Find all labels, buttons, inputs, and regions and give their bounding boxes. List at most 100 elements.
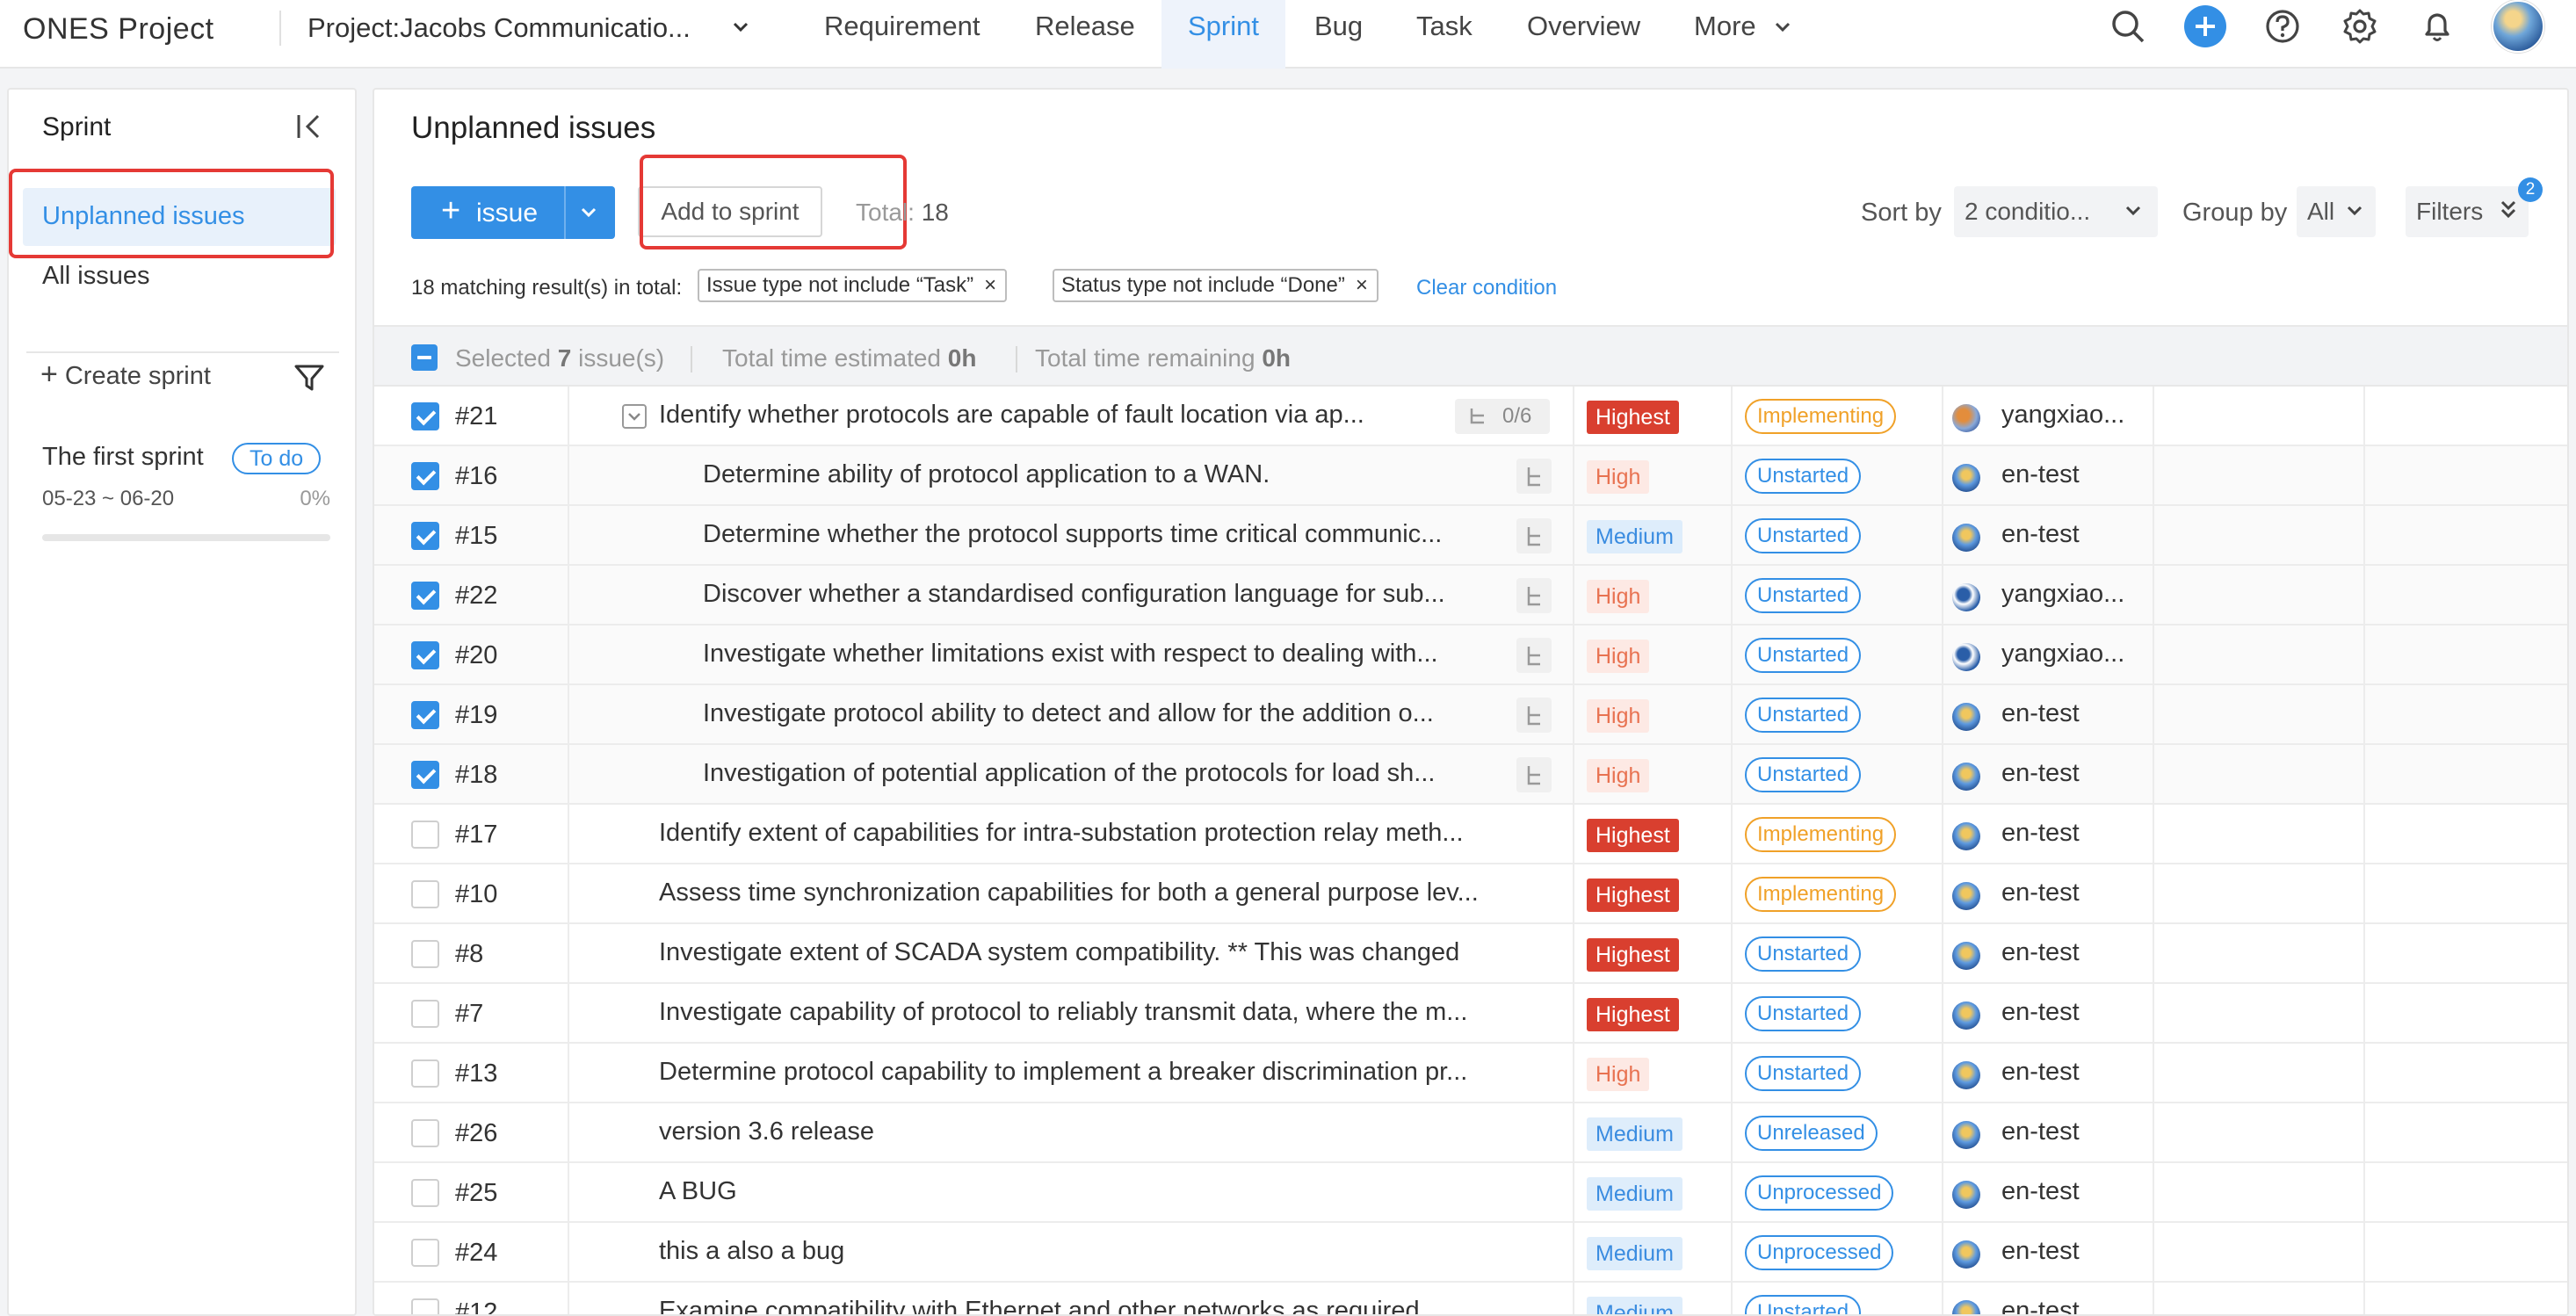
tab-bug[interactable]: Bug bbox=[1314, 0, 1363, 69]
row-checkbox[interactable] bbox=[411, 1000, 439, 1028]
issue-number[interactable]: #19 bbox=[455, 701, 497, 730]
issue-number[interactable]: #22 bbox=[455, 582, 497, 611]
priority-badge[interactable]: High bbox=[1587, 1058, 1650, 1091]
row-checkbox[interactable] bbox=[411, 1239, 439, 1267]
sidebar-item-all-issues[interactable]: All issues bbox=[42, 262, 150, 291]
user-avatar[interactable] bbox=[2492, 0, 2544, 53]
assignee-name[interactable]: en-test bbox=[2001, 1117, 2080, 1146]
table-row[interactable]: #20 Investigate whether limitations exist… bbox=[374, 625, 2567, 685]
new-issue-button[interactable]: + issue bbox=[411, 186, 615, 239]
issue-title[interactable]: Identify extent of capabilities for intr… bbox=[659, 819, 1520, 848]
issue-number[interactable]: #7 bbox=[455, 1000, 483, 1029]
row-checkbox[interactable] bbox=[411, 641, 439, 669]
table-row[interactable]: #24 this a also a bug Medium Unprocessed en-… bbox=[374, 1223, 2567, 1283]
tab-task[interactable]: Task bbox=[1416, 0, 1473, 69]
create-button[interactable] bbox=[2184, 5, 2226, 47]
issue-number[interactable]: #17 bbox=[455, 821, 497, 850]
tab-sprint[interactable]: Sprint bbox=[1161, 0, 1285, 69]
assignee-name[interactable]: en-test bbox=[2001, 1297, 2080, 1314]
assignee-name[interactable]: en-test bbox=[2001, 1177, 2080, 1206]
tab-overview[interactable]: Overview bbox=[1527, 0, 1640, 69]
issue-title[interactable]: Investigate capability of protocol to re… bbox=[659, 998, 1520, 1027]
group-select[interactable]: All bbox=[2297, 186, 2376, 237]
select-all-checkbox[interactable] bbox=[411, 344, 438, 371]
priority-badge[interactable]: Medium bbox=[1587, 1237, 1682, 1270]
priority-badge[interactable]: Highest bbox=[1587, 938, 1679, 972]
table-row[interactable]: #26 version 3.6 release Medium Unreleased en… bbox=[374, 1103, 2567, 1163]
row-checkbox[interactable] bbox=[411, 402, 439, 430]
issue-number[interactable]: #24 bbox=[455, 1239, 497, 1268]
assignee-name[interactable]: yangxiao... bbox=[2001, 640, 2124, 669]
chevron-down-icon[interactable] bbox=[731, 18, 750, 37]
row-checkbox[interactable] bbox=[411, 701, 439, 729]
issue-title[interactable]: Examine compatibility with Ethernet and … bbox=[659, 1297, 1520, 1314]
priority-badge[interactable]: Medium bbox=[1587, 1177, 1682, 1211]
issue-title[interactable]: Investigate protocol ability to detect a… bbox=[703, 699, 1494, 728]
issue-title[interactable]: Investigate extent of SCADA system compa… bbox=[659, 938, 1520, 967]
table-row[interactable]: #18 Investigation of potential applicatio… bbox=[374, 745, 2567, 805]
table-row[interactable]: #13 Determine protocol capability to impl… bbox=[374, 1044, 2567, 1103]
assignee-name[interactable]: en-test bbox=[2001, 460, 2080, 489]
app-logo[interactable]: ONES Project bbox=[23, 12, 214, 47]
row-checkbox[interactable] bbox=[411, 522, 439, 550]
issue-number[interactable]: #8 bbox=[455, 940, 483, 969]
chevron-down-icon[interactable] bbox=[2124, 204, 2142, 218]
status-badge[interactable]: Unstarted bbox=[1745, 698, 1862, 733]
priority-badge[interactable]: Highest bbox=[1587, 998, 1679, 1031]
subtask-icon[interactable] bbox=[1516, 638, 1552, 673]
clear-condition-link[interactable]: Clear condition bbox=[1416, 276, 1557, 300]
assignee-name[interactable]: yangxiao... bbox=[2001, 580, 2124, 609]
priority-badge[interactable]: Medium bbox=[1587, 520, 1682, 553]
row-checkbox[interactable] bbox=[411, 1179, 439, 1207]
issue-title[interactable]: A BUG bbox=[659, 1177, 1520, 1206]
issue-title[interactable]: Investigation of potential application o… bbox=[703, 759, 1494, 788]
status-badge[interactable]: Unstarted bbox=[1745, 996, 1862, 1031]
assignee-name[interactable]: en-test bbox=[2001, 759, 2080, 788]
row-checkbox[interactable] bbox=[411, 880, 439, 908]
row-checkbox[interactable] bbox=[411, 821, 439, 849]
priority-badge[interactable]: Medium bbox=[1587, 1117, 1682, 1151]
issue-title[interactable]: Determine protocol capability to impleme… bbox=[659, 1058, 1520, 1087]
priority-badge[interactable]: High bbox=[1587, 759, 1650, 792]
close-icon[interactable]: × bbox=[1356, 271, 1368, 300]
create-sprint-button[interactable]: + Create sprint bbox=[40, 359, 211, 391]
table-row[interactable]: #19 Investigate protocol ability to detec… bbox=[374, 685, 2567, 745]
issue-title[interactable]: Investigate whether limitations exist wi… bbox=[703, 640, 1494, 669]
assignee-name[interactable]: en-test bbox=[2001, 879, 2080, 907]
row-checkbox[interactable] bbox=[411, 761, 439, 789]
double-chevron-down-icon[interactable] bbox=[2499, 199, 2518, 221]
issue-number[interactable]: #18 bbox=[455, 761, 497, 790]
issue-title[interactable]: Identify whether protocols are capable o… bbox=[659, 401, 1441, 430]
status-badge[interactable]: Unstarted bbox=[1745, 936, 1862, 972]
row-checkbox[interactable] bbox=[411, 1298, 439, 1314]
issue-number[interactable]: #13 bbox=[455, 1059, 497, 1088]
table-row[interactable]: #25 A BUG Medium Unprocessed en-test bbox=[374, 1163, 2567, 1223]
issue-title[interactable]: Discover whether a standardised configur… bbox=[703, 580, 1494, 609]
status-badge[interactable]: Unstarted bbox=[1745, 1056, 1862, 1091]
status-badge[interactable]: Unstarted bbox=[1745, 1295, 1862, 1314]
subtask-icon[interactable] bbox=[1516, 518, 1552, 553]
search-icon[interactable] bbox=[2109, 7, 2147, 46]
priority-badge[interactable]: High bbox=[1587, 460, 1650, 494]
issue-number[interactable]: #26 bbox=[455, 1119, 497, 1148]
assignee-name[interactable]: yangxiao... bbox=[2001, 401, 2124, 430]
issue-title[interactable]: version 3.6 release bbox=[659, 1117, 1520, 1146]
issue-title[interactable]: Assess time synchronization capabilities… bbox=[659, 879, 1520, 907]
status-badge[interactable]: Unreleased bbox=[1745, 1116, 1878, 1151]
table-row[interactable]: #22 Discover whether a standardised confi… bbox=[374, 566, 2567, 625]
tab-more[interactable]: More bbox=[1694, 0, 1756, 69]
row-checkbox[interactable] bbox=[411, 1119, 439, 1147]
priority-badge[interactable]: Highest bbox=[1587, 401, 1679, 434]
priority-badge[interactable]: Highest bbox=[1587, 879, 1679, 912]
status-badge[interactable]: Unstarted bbox=[1745, 459, 1862, 494]
row-checkbox[interactable] bbox=[411, 582, 439, 610]
assignee-name[interactable]: en-test bbox=[2001, 699, 2080, 728]
issue-number[interactable]: #20 bbox=[455, 641, 497, 670]
status-badge[interactable]: Unprocessed bbox=[1745, 1235, 1894, 1270]
assignee-name[interactable]: en-test bbox=[2001, 998, 2080, 1027]
subtask-icon[interactable] bbox=[1516, 459, 1552, 494]
issue-number[interactable]: #15 bbox=[455, 522, 497, 551]
priority-badge[interactable]: High bbox=[1587, 640, 1650, 673]
table-row[interactable]: #16 Determine ability of protocol applica… bbox=[374, 446, 2567, 506]
table-row[interactable]: #21 Identify whether protocols are capabl… bbox=[374, 387, 2567, 446]
